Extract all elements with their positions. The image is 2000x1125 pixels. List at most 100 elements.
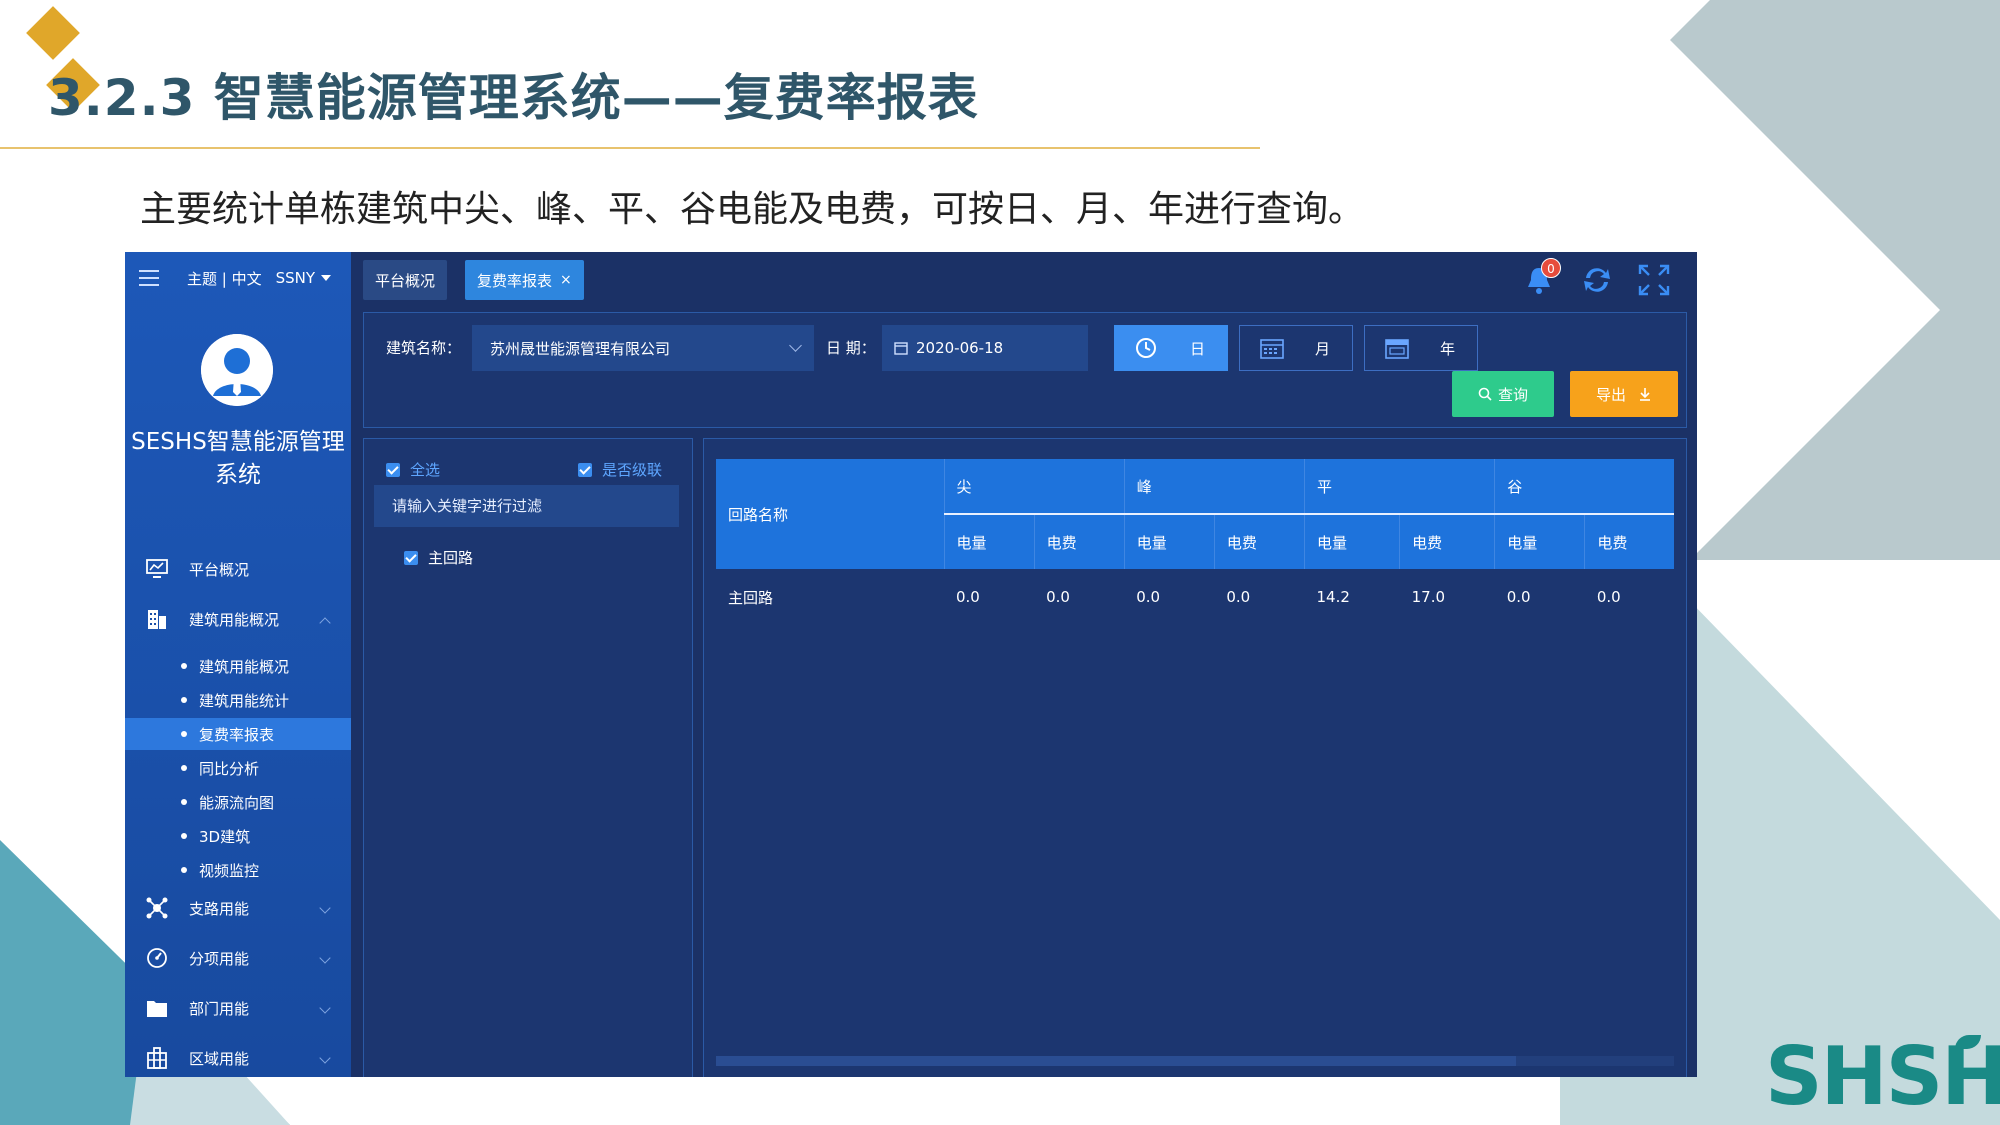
subnav-video-monitor[interactable]: 视频监控 [125, 854, 351, 886]
nav-label: 区域用能 [189, 1049, 250, 1068]
table-cell-circuit-name: 主回路 [716, 569, 944, 625]
nav-department-energy[interactable]: 部门用能 [125, 991, 351, 1025]
table-cell: 0.0 [944, 569, 1035, 625]
nav-branch-energy[interactable]: 支路用能 [125, 891, 351, 925]
column-group-peak: 峰 [1123, 459, 1305, 515]
subnav-label: 复费率报表 [199, 725, 275, 744]
download-icon [1640, 388, 1650, 401]
chevron-up-icon [319, 617, 331, 629]
subnav-building-energy-overview[interactable]: 建筑用能概况 [125, 650, 351, 682]
table-cell: 17.0 [1399, 569, 1495, 625]
menu-toggle-icon[interactable] [139, 270, 159, 286]
building-select[interactable]: 苏州晟世能源管理有限公司 [472, 325, 814, 371]
gauge-icon [145, 946, 169, 970]
building-label: 建筑名称： [386, 339, 462, 357]
subnav-yoy-analysis[interactable]: 同比分析 [125, 752, 351, 784]
column-header-energy: 电量 [943, 514, 1035, 569]
slide: 3.2.3 智慧能源管理系统——复费率报表 主要统计单栋建筑中尖、峰、平、谷电能… [0, 0, 2000, 1125]
horizontal-scrollbar[interactable] [716, 1056, 1674, 1066]
query-button[interactable]: 查询 [1452, 371, 1554, 417]
system-name: SESHS智慧能源管理系统 [131, 429, 345, 488]
column-header-cost: 电费 [1584, 514, 1674, 569]
tab-multi-rate-report[interactable]: 复费率报表 × [465, 260, 584, 300]
checkbox-checked-icon [578, 462, 592, 477]
theme-language-switch[interactable]: 主题 | 中文 [187, 268, 262, 289]
folder-icon [145, 996, 169, 1020]
user-menu[interactable]: SSNY [276, 269, 315, 287]
building-icon [145, 607, 169, 631]
circuit-tree-panel: 全选 是否级联 主回路 [363, 438, 693, 1077]
caret-down-icon[interactable] [321, 275, 332, 281]
table-cell: 0.0 [1584, 569, 1674, 625]
calendar-icon [894, 342, 908, 355]
subnav-label: 3D建筑 [199, 827, 251, 846]
bullet-icon [181, 731, 187, 737]
tab-label: 平台概况 [375, 271, 436, 290]
topbar-actions: 0 [1521, 258, 1671, 298]
bullet-icon [181, 867, 187, 873]
select-all-label: 全选 [410, 461, 441, 479]
date-picker[interactable]: 2020-06-18 [882, 325, 1088, 371]
column-header-energy: 电量 [1494, 514, 1585, 569]
nav-building-energy[interactable]: 建筑用能概况 [125, 602, 351, 636]
cascade-checkbox[interactable]: 是否级联 [578, 459, 662, 480]
tab-platform-overview[interactable]: 平台概况 [363, 260, 448, 300]
table-cell: 0.0 [1214, 569, 1305, 625]
energy-app-window: 主题 | 中文 SSNY SESHS智慧能源管理系统 平台概况 建筑用能概况 建… [125, 252, 1697, 1077]
nav-itemized-energy[interactable]: 分项用能 [125, 941, 351, 975]
cascade-label: 是否级联 [602, 461, 663, 479]
network-icon [145, 896, 169, 920]
nav-label: 分项用能 [189, 949, 250, 968]
nav-label: 建筑用能概况 [189, 610, 280, 629]
column-header-cost: 电费 [1033, 514, 1125, 569]
title-diamond-ornament [26, 6, 80, 60]
column-header-circuit-name: 回路名称 [716, 459, 944, 569]
nav-region-energy[interactable]: 区域用能 [125, 1041, 351, 1075]
period-day-button[interactable]: 日 [1114, 325, 1228, 371]
chevron-down-icon [319, 1002, 331, 1014]
table-cell: 0.0 [1034, 569, 1125, 625]
tab-close-icon[interactable]: × [560, 272, 572, 288]
fullscreen-icon[interactable] [1637, 263, 1671, 297]
sidebar: 主题 | 中文 SSNY SESHS智慧能源管理系统 平台概况 建筑用能概况 建… [125, 252, 351, 1077]
subnav-label: 建筑用能统计 [199, 691, 290, 710]
refresh-icon[interactable] [1579, 262, 1615, 298]
tree-node-main-circuit[interactable]: 主回路 [404, 547, 473, 568]
column-header-energy: 电量 [1303, 514, 1400, 569]
notifications-button[interactable]: 0 [1521, 258, 1561, 298]
period-day-label: 日 [1189, 339, 1205, 358]
export-button[interactable]: 导出 [1570, 371, 1678, 417]
search-icon [1478, 387, 1492, 401]
chevron-down-icon [789, 339, 802, 352]
date-label: 日 期： [826, 339, 876, 357]
scrollbar-thumb[interactable] [716, 1056, 1516, 1066]
chevron-down-icon [319, 902, 331, 914]
table-cell: 0.0 [1124, 569, 1215, 625]
period-year-button[interactable]: 年 [1364, 325, 1478, 371]
region-icon [145, 1046, 169, 1070]
table-cell: 14.2 [1304, 569, 1400, 625]
nav-label: 平台概况 [189, 560, 250, 579]
period-month-button[interactable]: 月 [1239, 325, 1353, 371]
nav-platform-overview[interactable]: 平台概况 [125, 552, 351, 586]
subnav-energy-flow[interactable]: 能源流向图 [125, 786, 351, 818]
checkbox-checked-icon [404, 550, 418, 565]
table-row: 主回路 0.0 0.0 0.0 0.0 14.2 17.0 0.0 0.0 [716, 569, 1674, 625]
calendar-month-icon [1260, 339, 1284, 359]
period-year-label: 年 [1439, 339, 1455, 358]
select-all-checkbox[interactable]: 全选 [386, 459, 440, 480]
filter-panel: 建筑名称： 苏州晟世能源管理有限公司 日 期： 2020-06-18 日 月 年 [363, 312, 1687, 428]
notification-badge: 0 [1541, 258, 1561, 278]
subnav-label: 建筑用能概况 [199, 657, 290, 676]
multi-rate-report-table: 回路名称 尖 峰 平 谷 电量 电费 电量 电费 电量 电费 电量 电费 主回路… [716, 459, 1674, 625]
subnav-label: 视频监控 [199, 861, 260, 880]
subnav-3d-building[interactable]: 3D建筑 [125, 820, 351, 852]
query-button-label: 查询 [1497, 385, 1528, 404]
column-group-sharp: 尖 [943, 459, 1125, 515]
tree-filter-input[interactable] [374, 485, 679, 527]
calendar-year-icon [1385, 339, 1409, 359]
title-divider [0, 147, 1260, 149]
subnav-multi-rate-report[interactable]: 复费率报表 [125, 718, 351, 750]
subnav-building-energy-stats[interactable]: 建筑用能统计 [125, 684, 351, 716]
column-group-flat: 平 [1303, 459, 1495, 515]
